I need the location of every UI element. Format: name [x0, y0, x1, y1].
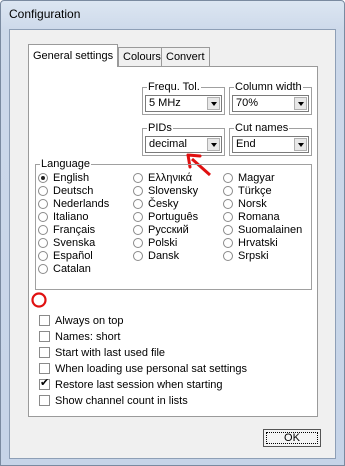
radio-dot[interactable]	[38, 238, 48, 248]
checkbox-box[interactable]	[39, 377, 50, 390]
radio-dot[interactable]	[38, 225, 48, 235]
frequ-tol-select[interactable]: 5 MHz	[145, 95, 222, 112]
cut-names-label: Cut names	[234, 122, 290, 134]
radio-dot[interactable]	[38, 186, 48, 196]
frequ-tol-label: Frequ. Tol.	[147, 81, 201, 93]
window-title: Configuration	[9, 7, 81, 21]
radio-dot[interactable]	[223, 212, 233, 222]
frequ-tol-value: 5 MHz	[149, 97, 181, 109]
configuration-window: Configuration General settings Colours C…	[0, 0, 345, 466]
column-width-select[interactable]: 70%	[232, 95, 309, 112]
cut-names-value: End	[236, 138, 256, 150]
radio-dot[interactable]	[223, 251, 233, 261]
column-width-value: 70%	[236, 97, 259, 109]
tab-general-settings[interactable]: General settings	[28, 44, 119, 67]
radio-dot[interactable]	[223, 225, 233, 235]
radio-dot[interactable]	[223, 199, 233, 209]
pids-label: PIDs	[147, 122, 173, 134]
radio-dot[interactable]	[38, 212, 48, 222]
radio-dot[interactable]	[133, 186, 143, 196]
language-group: Language English Deutsch Nederlands Ital…	[35, 158, 312, 290]
checkbox-box[interactable]	[39, 363, 50, 374]
cut-names-group: Cut names End	[229, 122, 312, 156]
radio-dot[interactable]	[223, 173, 233, 183]
frequ-tol-group: Frequ. Tol. 5 MHz	[142, 81, 225, 115]
column-width-group: Column width 70%	[229, 81, 312, 115]
column-width-label: Column width	[234, 81, 303, 93]
checkbox-box[interactable]	[39, 347, 50, 358]
ok-button[interactable]: OK	[263, 429, 321, 447]
radio-dot[interactable]	[38, 173, 48, 183]
chevron-down-icon[interactable]	[294, 138, 307, 151]
radio-dot[interactable]	[38, 199, 48, 209]
general-settings-panel: Frequ. Tol. 5 MHz Column width 70% PIDs …	[28, 66, 318, 417]
tab-colours[interactable]: Colours	[118, 47, 166, 66]
radio-dot[interactable]	[223, 238, 233, 248]
chevron-down-icon[interactable]	[207, 97, 220, 110]
checkbox-box[interactable]	[39, 395, 50, 406]
radio-dot[interactable]	[133, 238, 143, 248]
chevron-down-icon[interactable]	[294, 97, 307, 110]
checkbox-box[interactable]	[39, 331, 50, 342]
tab-convert[interactable]: Convert	[161, 47, 210, 66]
radio-dot[interactable]	[133, 212, 143, 222]
radio-dot[interactable]	[133, 173, 143, 183]
radio-dot[interactable]	[223, 186, 233, 196]
checkbox-box[interactable]	[39, 315, 50, 326]
language-label: Language	[40, 158, 91, 170]
radio-dot[interactable]	[133, 199, 143, 209]
radio-dot[interactable]	[38, 264, 48, 274]
pids-value: decimal	[149, 138, 187, 150]
radio-dot[interactable]	[38, 251, 48, 261]
dialog-client: General settings Colours Convert Frequ. …	[9, 29, 336, 459]
red-circle-annotation-icon	[31, 292, 47, 308]
cut-names-select[interactable]: End	[232, 136, 309, 153]
radio-dot[interactable]	[133, 251, 143, 261]
radio-dot[interactable]	[133, 225, 143, 235]
